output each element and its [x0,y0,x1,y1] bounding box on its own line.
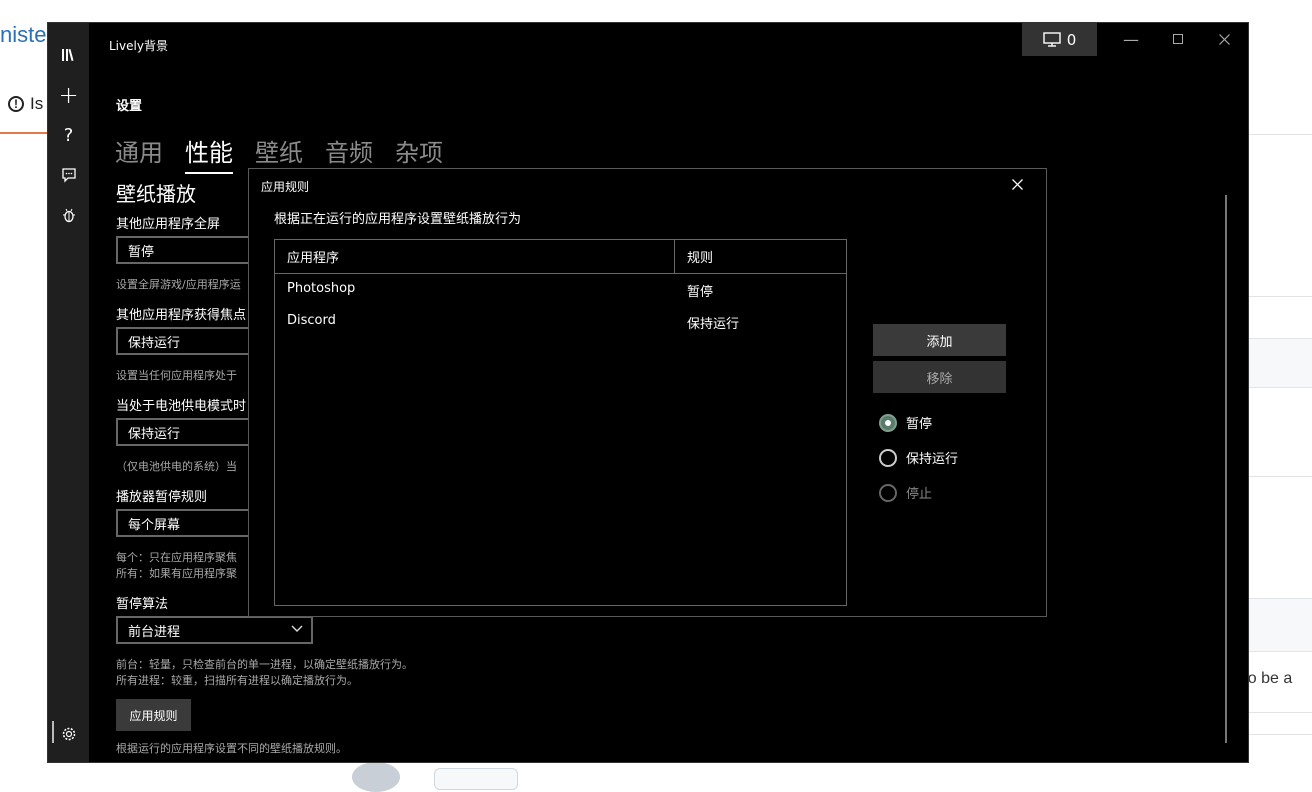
monitor-select-button[interactable]: 0 [1022,23,1097,56]
background-button[interactable] [434,768,518,790]
app-name-cell: Discord [287,313,336,328]
library-icon[interactable] [48,38,89,72]
setting-label: 其他应用程序全屏 [116,217,221,232]
setting-description: 所有进程：较重，扫描所有进程以确定播放行为。 [116,674,358,687]
setting-label: 当处于电池供电模式时 [116,399,247,414]
window-title: Lively背景 [109,39,168,53]
setting-label: 其他应用程序获得焦点 [116,308,247,323]
app-rules-dialog: 应用规则 根据正在运行的应用程序设置壁纸播放行为 应用程序 规则 Photosh… [248,168,1047,617]
background-divider [1248,476,1312,477]
app-rules-button[interactable]: 应用规则 [116,699,191,731]
close-icon [1012,179,1023,190]
setting-description: 前台：轻量，只检查前台的单一进程，以确定壁纸播放行为。 [116,658,413,671]
scrollbar[interactable] [1225,195,1227,743]
dropdown-value: 保持运行 [128,335,181,351]
background-tab-underline [0,132,48,134]
section-title: 壁纸播放 [116,182,196,206]
table-row[interactable]: Photoshop 暂停 [275,276,846,304]
dialog-close-button[interactable] [1012,175,1023,194]
dropdown-value: 暂停 [128,244,155,260]
sidebar: + ? [48,23,89,762]
dialog-title: 应用规则 [261,180,310,194]
remove-button[interactable]: 移除 [873,361,1006,393]
background-panel [1248,598,1312,652]
radio-indicator [879,413,897,432]
background-divider [1248,712,1312,713]
app-rules-description: 根据运行的应用程序设置不同的壁纸播放规则。 [116,742,347,755]
radio-keep-running[interactable]: 保持运行 [879,448,958,467]
tab-wallpaper[interactable]: 壁纸 [255,133,303,172]
bug-icon[interactable] [48,198,89,232]
background-issues-tab[interactable]: ! Is [8,94,43,114]
tab-misc[interactable]: 杂项 [395,133,443,172]
column-header-rule[interactable]: 规则 [687,247,713,266]
radio-label: 停止 [906,487,933,502]
background-page-title: niste [0,22,47,47]
radio-stop[interactable]: 停止 [879,483,932,502]
setting-description: 设置全屏游戏/应用程序运 [116,278,241,291]
radio-indicator [879,483,897,502]
setting-description: 设置当任何应用程序处于 [116,369,237,382]
column-divider[interactable] [674,240,675,273]
rule-cell: 暂停 [687,285,714,300]
maximize-button[interactable] [1158,27,1198,51]
add-button[interactable]: 添加 [873,324,1006,356]
monitor-icon [1043,32,1061,47]
background-divider [1248,134,1312,135]
minimize-button[interactable]: — [1111,27,1151,51]
add-icon[interactable]: + [48,78,89,112]
radio-label: 保持运行 [906,452,959,467]
app-name-cell: Photoshop [287,281,356,296]
rules-table: 应用程序 规则 Photoshop 暂停 Discord 保持运行 [274,239,847,606]
tab-general[interactable]: 通用 [115,133,163,172]
background-tab-label: Is [30,94,44,113]
dialog-subtitle: 根据正在运行的应用程序设置壁纸播放行为 [274,212,522,227]
radio-pause[interactable]: 暂停 [879,413,932,432]
close-button[interactable] [1204,27,1244,51]
table-header: 应用程序 规则 [275,240,846,274]
feedback-icon[interactable] [48,158,89,192]
setting-label: 暂停算法 [116,597,169,612]
avatar[interactable] [352,762,400,792]
background-divider [1248,296,1312,297]
dropdown-value: 保持运行 [128,426,181,442]
help-icon[interactable]: ? [48,118,89,152]
background-divider [1248,734,1312,735]
info-icon: ! [8,96,24,112]
dropdown-value: 前台进程 [128,624,181,640]
gear-icon[interactable] [48,717,89,751]
setting-label: 播放器暂停规则 [116,490,208,505]
rule-cell: 保持运行 [687,317,740,332]
settings-tabs: 通用 性能 壁纸 音频 杂项 [115,133,465,174]
page-title: 设置 [116,99,143,114]
background-panel [1248,338,1312,388]
radio-indicator [879,448,897,467]
tab-audio[interactable]: 音频 [325,133,373,172]
pause-algorithm-dropdown[interactable]: 前台进程 [116,616,313,644]
dropdown-value: 每个屏幕 [128,517,181,533]
table-row[interactable]: Discord 保持运行 [275,308,846,336]
chevron-down-icon [291,622,303,636]
radio-label: 暂停 [906,417,933,432]
app-window: + ? Lively背景 0 — 设置 通用 性能 壁纸 音频 杂项 壁纸播放 … [48,23,1248,762]
monitor-count: 0 [1066,30,1077,49]
tab-performance[interactable]: 性能 [185,133,233,174]
setting-description: 所有：如果有应用程序聚 [116,567,237,580]
setting-description: 每个：只在应用程序聚焦 [116,551,237,564]
setting-description: （仅电池供电的系统）当 [116,460,237,473]
column-header-app[interactable]: 应用程序 [287,247,339,266]
